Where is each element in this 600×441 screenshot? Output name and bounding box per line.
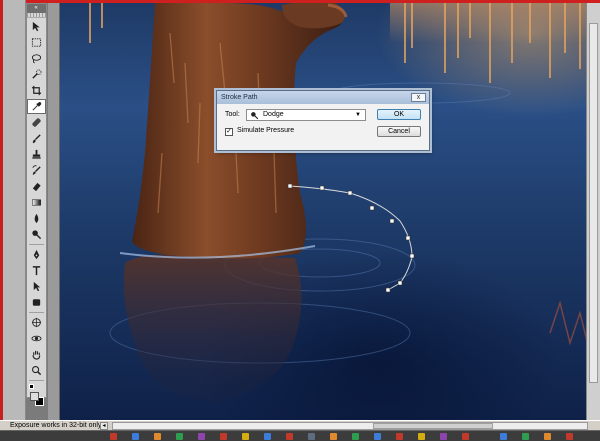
anchor-point[interactable] [287, 183, 293, 189]
work-path[interactable] [287, 183, 415, 293]
chevron-down-icon: ▼ [355, 112, 361, 118]
tools-divider [29, 312, 44, 313]
tools-panel: « [26, 3, 47, 430]
quick-select-icon[interactable] [27, 67, 46, 82]
dodge-icon [251, 112, 259, 120]
taskbar-app-icon[interactable] [220, 433, 227, 440]
taskbar-app-icon[interactable] [132, 433, 139, 440]
move-icon[interactable] [27, 19, 46, 34]
eraser-icon[interactable] [27, 179, 46, 194]
left-edge [0, 0, 26, 441]
scroll-left-button[interactable]: ◂ [100, 422, 108, 430]
taskbar-app-icon[interactable] [110, 433, 117, 440]
status-bar: Exposure works in 32-bit only ◂ [0, 420, 600, 430]
anchor-point[interactable] [409, 253, 415, 259]
taskbar-app-icon[interactable] [264, 433, 271, 440]
canvas-gutter [48, 3, 60, 420]
anchor-point[interactable] [347, 190, 353, 196]
healing-icon[interactable] [27, 115, 46, 130]
tools-panel-grip[interactable] [27, 13, 46, 18]
shape-icon[interactable] [27, 295, 46, 310]
path-select-icon[interactable] [27, 279, 46, 294]
anchor-point[interactable] [397, 280, 403, 286]
dialog-body: Tool: Dodge ▼ ✓ Simulate Pressure OK Can… [217, 104, 429, 150]
gradient-icon[interactable] [27, 195, 46, 210]
hand-icon[interactable] [27, 347, 46, 362]
taskbar-app-icon[interactable] [154, 433, 161, 440]
taskbar-app-icon[interactable] [440, 433, 447, 440]
close-button[interactable]: x [411, 93, 426, 102]
photo-canvas [89, 3, 600, 403]
3d-rotate-icon[interactable] [27, 315, 46, 330]
marquee-icon[interactable] [27, 35, 46, 50]
simulate-pressure-label[interactable]: Simulate Pressure [237, 127, 294, 134]
stamp-icon[interactable] [27, 147, 46, 162]
left-red-border [0, 0, 3, 441]
taskbar-app-icon[interactable] [176, 433, 183, 440]
anchor-point[interactable] [405, 235, 411, 241]
taskbar-app-icon[interactable] [418, 433, 425, 440]
brush-icon[interactable] [27, 131, 46, 146]
eyedropper-icon[interactable] [27, 99, 46, 114]
lasso-icon[interactable] [27, 51, 46, 66]
dodge-icon[interactable] [27, 227, 46, 242]
taskbar-app-icon[interactable] [286, 433, 293, 440]
tool-dropdown[interactable]: Dodge ▼ [246, 109, 366, 121]
pen-icon[interactable] [27, 247, 46, 262]
taskbar-app-icon[interactable] [500, 433, 507, 440]
history-brush-icon[interactable] [27, 163, 46, 178]
bear-reflection [123, 254, 302, 403]
tools-divider [29, 244, 44, 245]
vertical-scrollbar[interactable] [586, 3, 600, 420]
anchor-point[interactable] [389, 218, 395, 224]
stroke-path-dialog: Stroke Path x Tool: Dodge ▼ ✓ Simulate P… [216, 90, 430, 151]
horizontal-scrollbar[interactable] [112, 422, 588, 430]
taskbar-app-icon[interactable] [396, 433, 403, 440]
anchor-point[interactable] [369, 205, 375, 211]
cancel-button[interactable]: Cancel [377, 126, 421, 137]
taskbar [0, 430, 600, 441]
3d-orbit-icon[interactable] [27, 331, 46, 346]
taskbar-app-icon[interactable] [544, 433, 551, 440]
simulate-pressure-checkbox[interactable]: ✓ [225, 128, 233, 136]
dialog-title[interactable]: Stroke Path [217, 91, 429, 104]
taskbar-app-icon[interactable] [522, 433, 529, 440]
photoshop-window: « Stroke Path x Tool: Dodge ▼ ✓ Simulate… [0, 0, 600, 441]
tools-divider [29, 380, 44, 381]
crop-icon[interactable] [27, 83, 46, 98]
taskbar-app-icon[interactable] [330, 433, 337, 440]
document-canvas[interactable] [60, 3, 600, 420]
zoom-icon[interactable] [27, 363, 46, 378]
default-colors-icon[interactable] [29, 384, 34, 389]
horizontal-scroll-thumb[interactable] [373, 423, 493, 429]
taskbar-app-icon[interactable] [198, 433, 205, 440]
anchor-point[interactable] [319, 185, 325, 191]
foreground-color-swatch[interactable] [30, 392, 39, 401]
vertical-scroll-thumb[interactable] [589, 23, 598, 383]
anchor-point[interactable] [385, 287, 391, 293]
taskbar-app-icon[interactable] [374, 433, 381, 440]
taskbar-app-icon[interactable] [462, 433, 469, 440]
taskbar-app-icon[interactable] [352, 433, 359, 440]
color-swatches[interactable] [27, 383, 46, 417]
blur-icon[interactable] [27, 211, 46, 226]
taskbar-app-icon[interactable] [308, 433, 315, 440]
tool-label: Tool: [225, 111, 240, 118]
tools-panel-header[interactable]: « [27, 4, 46, 13]
taskbar-app-icon[interactable] [566, 433, 573, 440]
type-icon[interactable] [27, 263, 46, 278]
ok-button[interactable]: OK [377, 109, 421, 120]
taskbar-app-icon[interactable] [242, 433, 249, 440]
tool-dropdown-value: Dodge [263, 111, 284, 118]
